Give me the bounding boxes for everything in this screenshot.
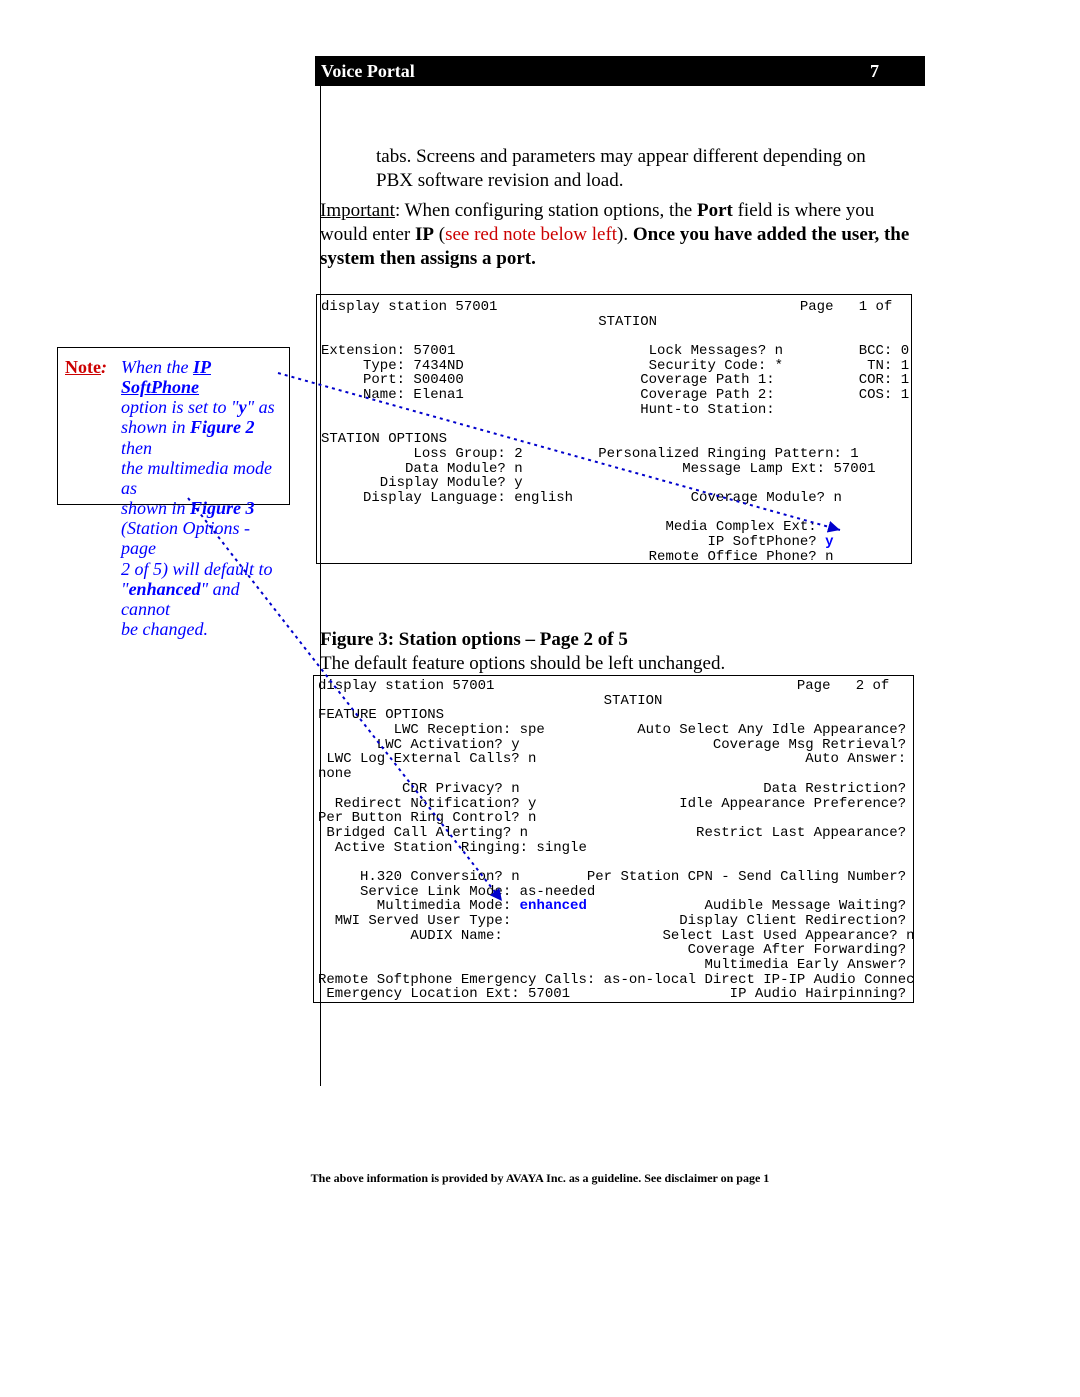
terminal-text-1: display station 57001 Page 1 of 5 STATIO… [317, 295, 911, 564]
terminal-text-2: display station 57001 Page 2 of 5 STATIO… [314, 676, 913, 1003]
note-box: Note: When the IP SoftPhone option is se… [57, 347, 290, 505]
note-body: When the IP SoftPhone option is set to "… [121, 357, 275, 639]
header-title: Voice Portal [321, 61, 415, 81]
important-label: Important [320, 200, 395, 221]
figure3-caption: Figure 3: Station options – Page 2 of 5 … [320, 628, 920, 676]
terminal-page2: display station 57001 Page 2 of 5 STATIO… [313, 675, 914, 1003]
note-label: Note [65, 357, 101, 377]
important-paragraph: Important: When configuring station opti… [320, 199, 920, 270]
header-bar: Voice Portal 7 [315, 56, 925, 86]
terminal-page1: display station 57001 Page 1 of 5 STATIO… [316, 294, 912, 564]
footer-disclaimer: The above information is provided by AVA… [0, 1171, 1080, 1186]
header-page-number: 7 [870, 56, 925, 86]
intro-paragraph: tabs. Screens and parameters may appear … [376, 145, 896, 193]
